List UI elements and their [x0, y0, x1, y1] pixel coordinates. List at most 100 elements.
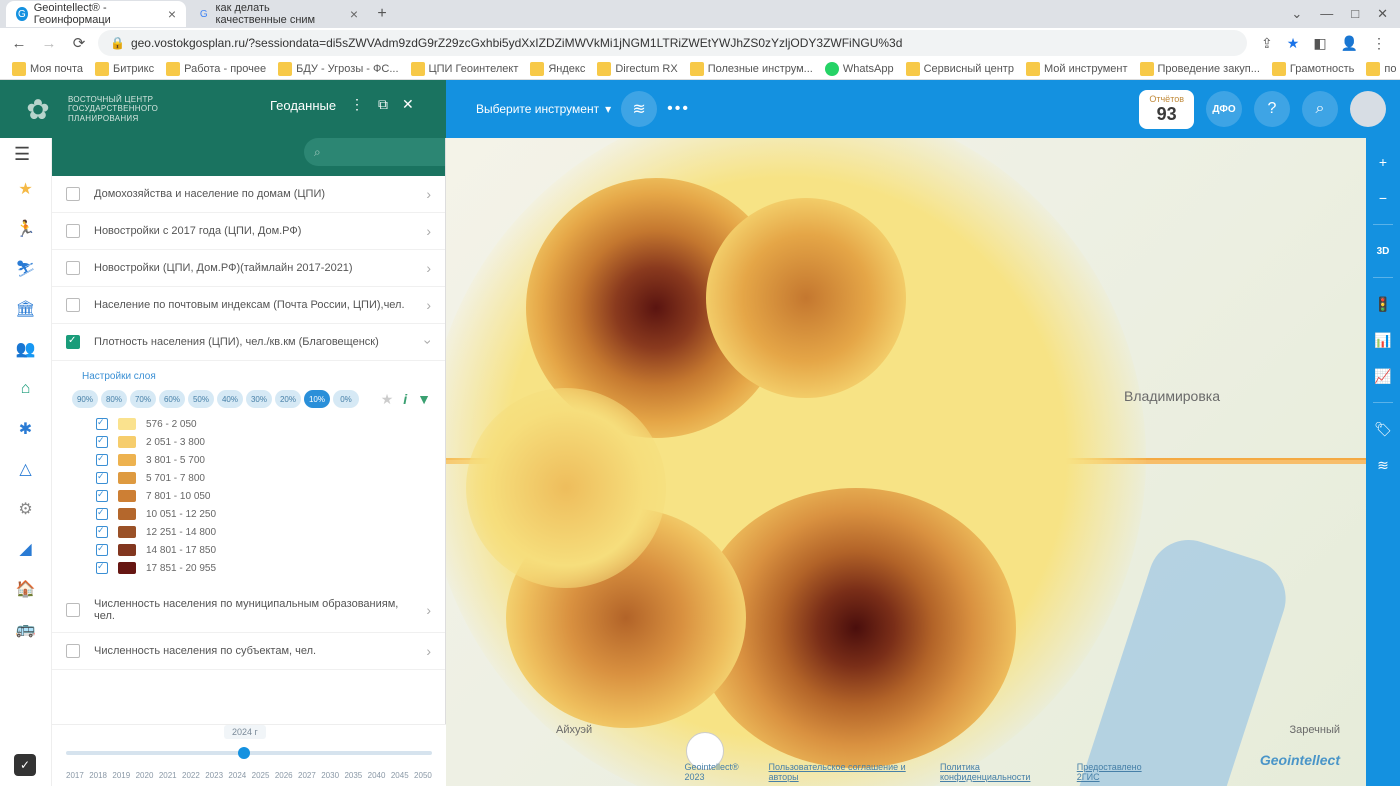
bookmark-item[interactable]: Сервисный центр: [902, 60, 1018, 78]
more-icon[interactable]: ⋮: [350, 96, 364, 113]
browser-tab-active[interactable]: GGeointellect® - Геоинформаци×: [6, 1, 186, 27]
layer-search[interactable]: ⌕×: [304, 138, 446, 166]
timeline-year[interactable]: 2022: [182, 771, 200, 780]
timeline-year[interactable]: 2045: [391, 771, 409, 780]
timeline-handle[interactable]: [238, 747, 250, 759]
menu-icon[interactable]: ⋮: [1372, 35, 1386, 52]
back-button[interactable]: ←: [8, 32, 30, 54]
timeline-year[interactable]: 2050: [414, 771, 432, 780]
timeline-year[interactable]: 2035: [344, 771, 362, 780]
legend-checkbox[interactable]: [96, 490, 108, 502]
opacity-pill[interactable]: 50%: [188, 390, 214, 408]
legend-checkbox[interactable]: [96, 472, 108, 484]
star-icon[interactable]: ★: [381, 391, 394, 408]
legend-checkbox[interactable]: [96, 544, 108, 556]
bookmark-item[interactable]: Яндекс: [526, 60, 589, 78]
layer-checkbox[interactable]: [66, 603, 80, 617]
legend-checkbox[interactable]: [96, 526, 108, 538]
run-icon[interactable]: 🏃: [13, 216, 39, 242]
zoom-out-button[interactable]: −: [1373, 188, 1393, 208]
close-icon[interactable]: ✕: [402, 96, 414, 113]
legend-checkbox[interactable]: [96, 436, 108, 448]
star-icon[interactable]: ★: [13, 176, 39, 202]
home-icon[interactable]: ⌂: [13, 376, 39, 402]
close-icon[interactable]: ✕: [1377, 6, 1388, 22]
forward-button[interactable]: →: [38, 32, 60, 54]
3d-button[interactable]: 3D: [1373, 241, 1393, 261]
gear-icon[interactable]: ⚙: [13, 496, 39, 522]
timeline-year[interactable]: 2019: [112, 771, 130, 780]
timeline-year[interactable]: 2026: [275, 771, 293, 780]
close-icon[interactable]: ×: [168, 6, 176, 22]
legend-row[interactable]: 5 701 - 7 800: [96, 472, 431, 484]
layer-row[interactable]: Население по почтовым индексам (Почта Ро…: [52, 287, 445, 324]
search-button[interactable]: ⌕: [1302, 91, 1338, 127]
save-icon[interactable]: ✓: [14, 754, 36, 776]
timeline-year[interactable]: 2030: [321, 771, 339, 780]
bookmark-item[interactable]: WhatsApp: [821, 60, 898, 78]
bookmark-item[interactable]: Проведение закуп...: [1136, 60, 1264, 78]
layer-checkbox[interactable]: [66, 644, 80, 658]
legend-row[interactable]: 7 801 - 10 050: [96, 490, 431, 502]
layer-row[interactable]: Численность населения по субъектам, чел.…: [52, 633, 445, 670]
privacy-link[interactable]: Политика конфиденциальности: [940, 762, 1065, 782]
reports-counter[interactable]: Отчётов93: [1139, 90, 1194, 129]
bookmark-item[interactable]: ЦПИ Геоинтелект: [407, 60, 523, 78]
browser-tab[interactable]: Gкак делать качественные сним×: [188, 1, 368, 27]
timeline[interactable]: 2024 г 201720182019202020212022202320242…: [52, 724, 446, 786]
map-canvas[interactable]: Владимировка Айхуэй Заречный Geointellec…: [446, 138, 1400, 786]
profile-icon[interactable]: 👤: [1341, 35, 1358, 52]
timeline-year[interactable]: 2017: [66, 771, 84, 780]
extension-icon[interactable]: ◧: [1313, 35, 1326, 52]
legend-checkbox[interactable]: [96, 562, 108, 574]
info-icon[interactable]: i: [403, 391, 407, 408]
people-icon[interactable]: 👥: [13, 336, 39, 362]
more-dots-icon[interactable]: •••: [667, 100, 690, 118]
flag-icon[interactable]: ◢: [13, 536, 39, 562]
legend-row[interactable]: 17 851 - 20 955: [96, 562, 431, 574]
layer-row[interactable]: Домохозяйства и население по домам (ЦПИ)…: [52, 176, 445, 213]
timeline-year[interactable]: 2018: [89, 771, 107, 780]
legend-checkbox[interactable]: [96, 418, 108, 430]
avatar[interactable]: [1350, 91, 1386, 127]
bus-icon[interactable]: 🚌: [13, 616, 39, 642]
timeline-year[interactable]: 2023: [205, 771, 223, 780]
layer-row[interactable]: Численность населения по муниципальным о…: [52, 588, 445, 633]
building-icon[interactable]: 🏛: [13, 296, 39, 322]
traffic-icon[interactable]: 🚦: [1373, 294, 1393, 314]
activity-icon[interactable]: ⛷: [13, 256, 39, 282]
opacity-pill[interactable]: 90%: [72, 390, 98, 408]
opacity-pill[interactable]: 80%: [101, 390, 127, 408]
warning-icon[interactable]: △: [13, 456, 39, 482]
legend-row[interactable]: 2 051 - 3 800: [96, 436, 431, 448]
help-button[interactable]: ?: [1254, 91, 1290, 127]
bookmark-item[interactable]: Работа - прочее: [162, 60, 270, 78]
url-input[interactable]: 🔒geo.vostokgosplan.ru/?sessiondata=di5sZ…: [98, 30, 1247, 56]
layer-checkbox[interactable]: [66, 298, 80, 312]
opacity-pill[interactable]: 10%: [304, 390, 330, 408]
star-icon[interactable]: ★: [1287, 35, 1300, 52]
zoom-in-button[interactable]: +: [1373, 152, 1393, 172]
minimize-icon[interactable]: —: [1320, 6, 1333, 22]
tool-selector[interactable]: Выберите инструмент▾: [476, 102, 611, 116]
share-icon[interactable]: ⇪: [1261, 35, 1273, 52]
bookmark-item[interactable]: Битрикс: [91, 60, 158, 78]
timeline-year[interactable]: 2027: [298, 771, 316, 780]
layers-icon[interactable]: ≋: [1373, 455, 1393, 475]
opacity-pill[interactable]: 20%: [275, 390, 301, 408]
window-icon[interactable]: ⧉: [378, 96, 388, 113]
timeline-year[interactable]: 2040: [368, 771, 386, 780]
bookmark-item[interactable]: Полезные инструм...: [686, 60, 817, 78]
new-tab-button[interactable]: +: [370, 2, 394, 26]
legend-row[interactable]: 576 - 2 050: [96, 418, 431, 430]
chevron-down-icon[interactable]: ⌄: [1291, 6, 1302, 22]
house-icon[interactable]: 🏠: [13, 576, 39, 602]
reload-button[interactable]: ⟳: [68, 32, 90, 54]
layer-checkbox[interactable]: [66, 187, 80, 201]
legend-row[interactable]: 14 801 - 17 850: [96, 544, 431, 556]
opacity-pill[interactable]: 30%: [246, 390, 272, 408]
bookmark-item[interactable]: Directum RX: [593, 60, 681, 78]
layers-button[interactable]: ≋: [621, 91, 657, 127]
legend-row[interactable]: 12 251 - 14 800: [96, 526, 431, 538]
timeline-year[interactable]: 2020: [136, 771, 154, 780]
